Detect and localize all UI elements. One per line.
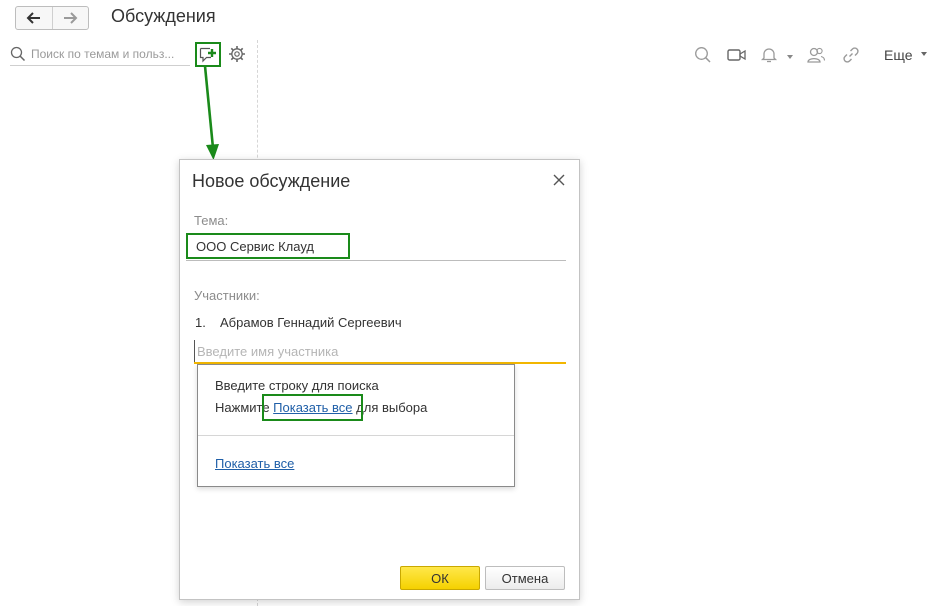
new-discussion-icon — [199, 47, 216, 62]
notifications-button[interactable] — [760, 45, 778, 65]
close-button[interactable] — [552, 173, 566, 187]
navigation-buttons — [15, 6, 89, 30]
ok-button[interactable]: ОК — [400, 566, 480, 590]
toolbar-search-button[interactable] — [694, 45, 712, 65]
participant-suggestions-popup: Введите строку для поиска Нажмите Показа… — [197, 364, 515, 487]
page-title: Обсуждения — [111, 6, 216, 26]
link-icon — [843, 47, 859, 63]
popup-hint-text-after: для выбора — [352, 400, 428, 415]
video-icon — [727, 49, 746, 61]
chevron-down-icon[interactable] — [921, 52, 927, 56]
dialog-title: Новое обсуждение — [192, 171, 351, 191]
search-input[interactable] — [31, 45, 187, 63]
annotation-arrow — [203, 65, 219, 160]
participants-label: Участники: — [194, 288, 260, 303]
search-icon — [695, 47, 711, 63]
participant-name[interactable]: Абрамов Геннадий Сергеевич — [220, 315, 402, 330]
participant-number: 1. — [195, 315, 206, 330]
show-all-highlight-frame — [262, 394, 363, 421]
search-icon — [10, 46, 26, 62]
more-menu-button[interactable]: Еще — [884, 47, 913, 63]
forward-button[interactable] — [51, 7, 89, 29]
close-icon — [553, 174, 565, 186]
video-call-button[interactable] — [727, 45, 747, 65]
popup-hint-line1: Введите строку для поиска — [215, 378, 379, 393]
gear-icon — [229, 46, 245, 62]
topic-label: Тема: — [194, 213, 229, 228]
back-button[interactable] — [16, 7, 52, 29]
back-arrow-icon — [26, 12, 40, 24]
copy-link-button[interactable] — [842, 45, 860, 65]
new-discussion-dialog: Новое обсуждение Тема: ООО Сервис Клауд … — [179, 159, 580, 600]
bell-icon — [760, 48, 778, 63]
topic-value[interactable]: ООО Сервис Клауд — [196, 239, 314, 254]
chevron-down-icon[interactable] — [787, 55, 793, 59]
cancel-button[interactable]: Отмена — [485, 566, 565, 590]
popup-divider — [198, 435, 514, 436]
search-box — [10, 43, 190, 66]
forward-arrow-icon — [64, 12, 78, 24]
users-icon — [807, 47, 826, 63]
participants-button[interactable] — [806, 45, 826, 65]
show-all-link[interactable]: Показать все — [215, 456, 294, 471]
settings-button[interactable] — [228, 45, 248, 65]
participant-input[interactable] — [194, 340, 569, 362]
